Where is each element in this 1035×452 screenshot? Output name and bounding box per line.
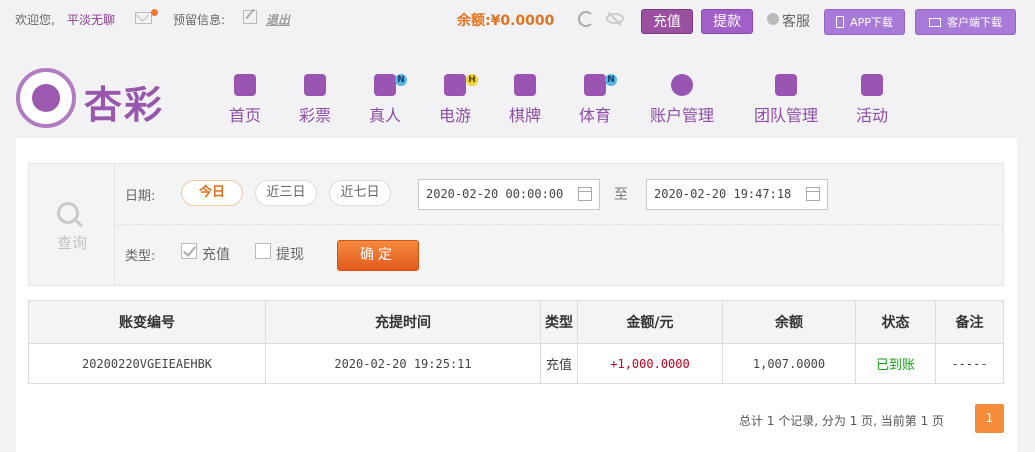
nav-item-egames[interactable]: H 电游	[437, 74, 478, 126]
start-date-input[interactable]: 2020-02-20 00:00:00	[418, 179, 600, 210]
table-row: 20200220VGEIEAEHBK 2020-02-20 19:25:11 充…	[28, 343, 1004, 384]
nav-item-cards[interactable]: 棋牌	[507, 74, 543, 126]
cell-amount: +1,000.0000	[577, 343, 723, 384]
search-icon	[57, 202, 79, 224]
recharge-button[interactable]: 充值	[641, 9, 693, 34]
customer-service-icon[interactable]	[767, 13, 779, 25]
nav-label: 活动	[855, 106, 888, 125]
recharge-checkbox-label[interactable]: 充值	[202, 244, 230, 264]
col-header-id: 账变编号	[28, 300, 266, 344]
trophy-icon	[584, 74, 606, 96]
edit-icon[interactable]	[243, 10, 257, 24]
yen-coin-icon	[671, 74, 693, 96]
hide-balance-icon[interactable]	[606, 13, 624, 24]
app-download-label: APP下载	[850, 16, 893, 29]
col-header-amount: 金额/元	[577, 300, 723, 344]
refresh-icon[interactable]	[578, 11, 594, 27]
monitor-icon	[929, 18, 941, 27]
col-header-time: 充提时间	[265, 300, 541, 344]
nav-item-sports[interactable]: N 体育	[577, 74, 617, 126]
cell-time: 2020-02-20 19:25:11	[265, 343, 541, 384]
last-7-days-button[interactable]: 近七日	[329, 180, 391, 206]
recharge-checkbox[interactable]	[181, 243, 197, 259]
withdraw-checkbox-label[interactable]: 提现	[276, 244, 304, 264]
nav-item-team[interactable]: 团队管理	[751, 74, 821, 126]
top-bar: 欢迎您, 平淡无聊 预留信息: 退出 余额:¥0.0000 充值 提款 客服 A…	[0, 0, 1035, 40]
nav-label: 账户管理	[649, 106, 714, 125]
today-button[interactable]: 今日	[181, 180, 243, 206]
end-date-input[interactable]: 2020-02-20 19:47:18	[646, 179, 828, 210]
nav-label: 真人	[368, 106, 401, 125]
phone-icon	[836, 16, 845, 28]
calendar-icon[interactable]	[578, 187, 592, 201]
logo-emblem-icon	[16, 68, 76, 128]
nav-item-home[interactable]: 首页	[227, 74, 263, 126]
date-range-separator: 至	[614, 187, 628, 203]
end-date-value: 2020-02-20 19:47:18	[654, 187, 792, 201]
query-column: 查询	[29, 164, 115, 285]
customer-service-link[interactable]: 客服	[782, 11, 810, 31]
cell-id: 20200220VGEIEAEHBK	[28, 343, 266, 384]
balance-value: ¥0.0000	[490, 13, 555, 29]
nav-label: 体育	[578, 106, 611, 125]
table-header-row: 账变编号 充提时间 类型 金额/元 余额 状态 备注	[28, 300, 1004, 344]
balance-display: 余额:¥0.0000	[457, 10, 554, 30]
page-button-current[interactable]: 1	[975, 404, 1004, 433]
client-download-button[interactable]: 客户端下载	[915, 9, 1016, 35]
cards-icon	[514, 74, 536, 96]
new-badge: N	[395, 74, 407, 86]
logo-text: 杏彩	[84, 83, 165, 127]
gift-icon	[861, 74, 883, 96]
home-icon	[234, 74, 256, 96]
pagination-summary: 总计 1 个记录, 分为 1 页, 当前第 1 页	[739, 414, 945, 428]
transactions-table: 账变编号 充提时间 类型 金额/元 余额 状态 备注 20200220VGEIE…	[28, 300, 1004, 384]
query-label: 查询	[56, 234, 87, 252]
nav-label: 棋牌	[508, 106, 541, 125]
cell-remark: -----	[935, 343, 1004, 384]
hot-badge: H	[466, 74, 478, 86]
lottery-ticket-icon	[304, 74, 326, 96]
nav-item-account[interactable]: 账户管理	[647, 74, 717, 126]
nav-item-promotions[interactable]: 活动	[854, 74, 890, 126]
gamepad-icon	[444, 74, 466, 96]
type-label: 类型:	[125, 249, 156, 264]
filter-divider	[116, 224, 1004, 225]
nav-label: 电游	[438, 106, 471, 125]
app-download-button[interactable]: APP下载	[824, 9, 905, 35]
client-download-label: 客户端下载	[947, 16, 1002, 29]
col-header-balance: 余额	[722, 300, 856, 344]
mail-icon[interactable]	[135, 12, 152, 24]
unread-dot-icon	[151, 9, 158, 16]
confirm-button[interactable]: 确定	[337, 240, 419, 271]
team-icon	[775, 74, 797, 96]
content-panel: 查询 日期: 今日 近三日 近七日 2020-02-20 00:00:00 至 …	[16, 138, 1017, 452]
nav-label: 彩票	[298, 106, 331, 125]
username[interactable]: 平淡无聊	[67, 11, 115, 28]
filter-box: 查询 日期: 今日 近三日 近七日 2020-02-20 00:00:00 至 …	[28, 163, 1004, 286]
cell-status: 已到账	[855, 343, 936, 384]
calendar-icon[interactable]	[806, 187, 820, 201]
nav-item-live[interactable]: N 真人	[367, 74, 407, 126]
withdraw-checkbox[interactable]	[255, 243, 271, 259]
col-header-remark: 备注	[935, 300, 1004, 344]
cell-balance: 1,007.0000	[722, 343, 856, 384]
nav-item-lottery[interactable]: 彩票	[297, 74, 333, 126]
logout-link[interactable]: 退出	[266, 11, 290, 28]
nav-label: 团队管理	[753, 106, 818, 125]
reserved-info-label: 预留信息:	[173, 13, 226, 27]
live-dealer-icon	[374, 74, 396, 96]
col-header-status: 状态	[855, 300, 936, 344]
balance-label: 余额:	[457, 13, 491, 29]
last-3-days-button[interactable]: 近三日	[255, 180, 317, 206]
nav-label: 首页	[228, 106, 261, 125]
welcome-text: 欢迎您,	[15, 13, 55, 27]
cell-type: 充值	[540, 343, 578, 384]
withdraw-button[interactable]: 提款	[701, 9, 753, 34]
new-badge: N	[605, 74, 617, 86]
date-label: 日期:	[125, 189, 156, 204]
start-date-value: 2020-02-20 00:00:00	[426, 187, 564, 201]
col-header-type: 类型	[540, 300, 578, 344]
